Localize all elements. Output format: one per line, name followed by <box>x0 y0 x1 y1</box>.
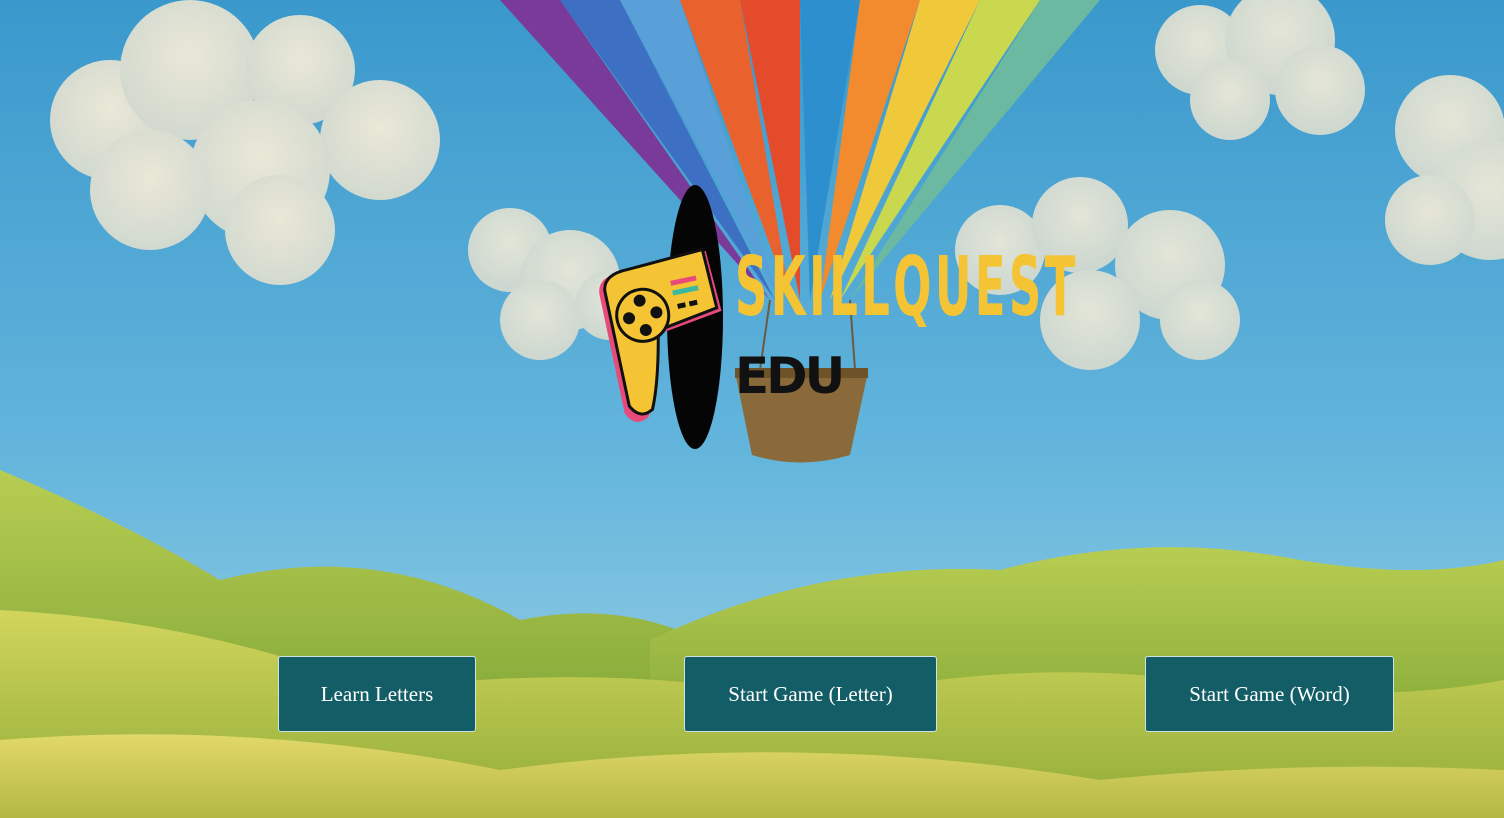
learn-letters-button[interactable]: Learn Letters <box>278 656 476 732</box>
skillquest-logo: SKILLQUEST EDU <box>595 185 1125 450</box>
start-game-letter-button[interactable]: Start Game (Letter) <box>684 656 937 732</box>
logo-title: SKILLQUEST <box>735 240 1079 335</box>
gamepad-icon <box>599 185 723 449</box>
start-game-word-button[interactable]: Start Game (Word) <box>1145 656 1394 732</box>
logo-subtitle: EDU <box>735 347 845 405</box>
